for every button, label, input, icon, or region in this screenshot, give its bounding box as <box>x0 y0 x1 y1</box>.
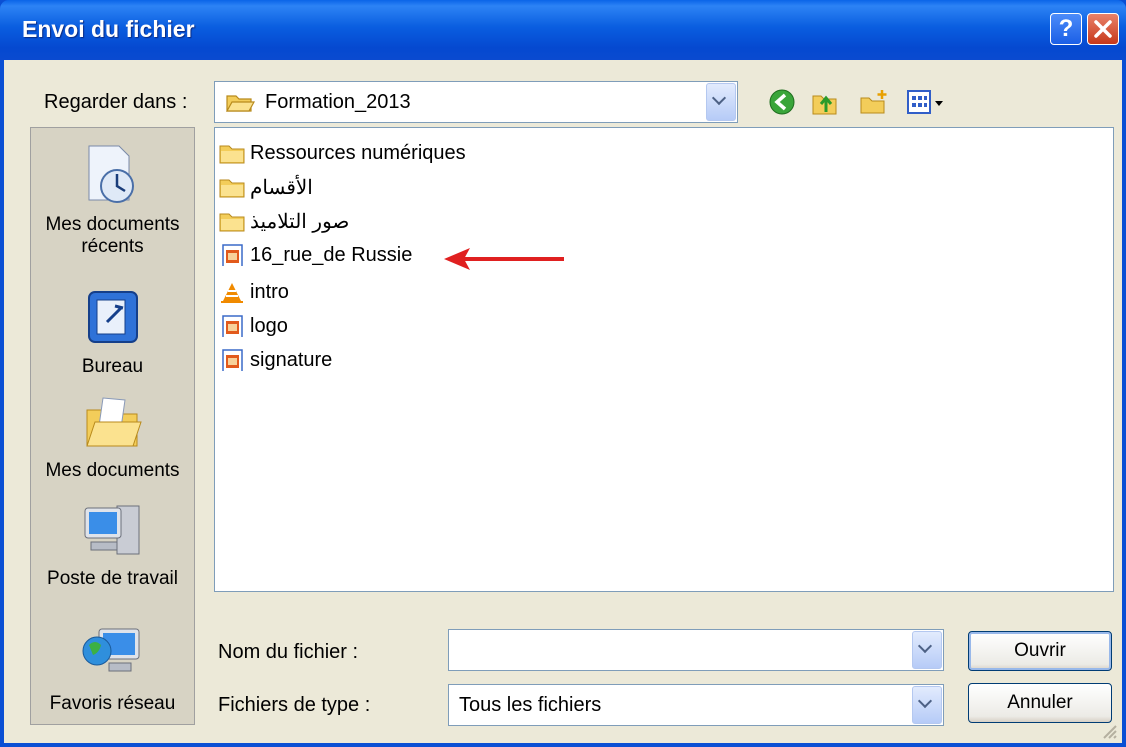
network-places-icon <box>82 628 139 672</box>
vlc-cone-icon <box>221 283 243 303</box>
back-icon[interactable] <box>768 88 796 116</box>
list-item[interactable]: intro <box>219 278 289 306</box>
place-recent-documents[interactable]: Mes documents récents <box>31 144 194 258</box>
close-icon <box>1094 20 1112 38</box>
filename-label: Nom du fichier : <box>218 641 359 663</box>
desktop-icon <box>87 291 138 343</box>
help-button[interactable]: ? <box>1050 13 1082 45</box>
places-bar: Mes documents récents Bureau Mes documen… <box>30 127 195 725</box>
place-network[interactable]: Favoris réseau <box>31 621 194 715</box>
list-item[interactable]: signature <box>219 346 332 374</box>
filetype-value: Tous les fichiers <box>459 694 602 716</box>
new-folder-icon[interactable] <box>858 88 890 118</box>
lookin-label: Regarder dans : <box>44 91 188 113</box>
my-documents-icon <box>85 397 142 447</box>
place-my-documents[interactable]: Mes documents <box>31 394 194 482</box>
chevron-down-icon[interactable] <box>706 83 736 121</box>
place-label-line: Mes documents <box>45 214 180 235</box>
file-name: intro <box>250 280 289 303</box>
file-name: صور التلاميذ <box>250 210 350 233</box>
place-desktop[interactable]: Bureau <box>31 286 194 378</box>
cancel-button[interactable]: Annuler <box>968 683 1112 723</box>
filetype-label: Fichiers de type : <box>218 694 371 716</box>
file-name: logo <box>250 314 288 337</box>
up-folder-icon[interactable] <box>810 88 840 118</box>
place-label-line: Bureau <box>81 356 144 377</box>
list-item[interactable]: logo <box>219 312 288 340</box>
video-file-icon <box>222 349 243 371</box>
file-name: 16_rue_de Russie <box>250 243 413 266</box>
dialog-title: Envoi du fichier <box>22 16 195 42</box>
place-label-line: Mes documents <box>45 460 180 481</box>
filetype-dropdown[interactable]: Tous les fichiers <box>448 684 944 726</box>
file-dialog-window: Envoi du fichier ? Regarder dans : Forma… <box>0 0 1126 747</box>
folder-icon <box>219 179 245 198</box>
place-label-line: Favoris réseau <box>49 693 176 714</box>
list-item[interactable]: 16_rue_de Russie <box>219 241 412 269</box>
file-name: الأقسام <box>250 176 313 199</box>
list-item[interactable]: Ressources numériques <box>219 139 466 167</box>
folder-icon <box>219 145 245 164</box>
open-button[interactable]: Ouvrir <box>968 631 1112 671</box>
close-button[interactable] <box>1087 13 1119 45</box>
file-list[interactable]: Ressources numériques الأقسام صور التلام… <box>214 127 1114 592</box>
chevron-down-icon[interactable] <box>912 631 942 669</box>
view-menu-icon[interactable] <box>906 88 956 118</box>
resize-grip-icon[interactable] <box>1100 722 1118 740</box>
folder-icon <box>219 213 245 232</box>
annotation-arrow-icon <box>444 248 564 270</box>
place-label-line: récents <box>81 236 144 257</box>
lookin-dropdown[interactable]: Formation_2013 <box>214 81 738 123</box>
list-item[interactable]: الأقسام <box>219 173 313 201</box>
chevron-down-icon[interactable] <box>912 686 942 724</box>
video-file-icon <box>222 315 243 337</box>
list-item[interactable]: صور التلاميذ <box>219 207 349 235</box>
recent-documents-icon <box>88 145 134 203</box>
folder-open-icon <box>225 95 255 112</box>
filename-input[interactable] <box>448 629 944 671</box>
place-my-computer[interactable]: Poste de travail <box>31 500 194 590</box>
my-computer-icon <box>84 505 139 555</box>
title-bar[interactable]: Envoi du fichier ? <box>0 0 1126 60</box>
file-name: Ressources numériques <box>250 141 466 164</box>
lookin-value: Formation_2013 <box>265 91 411 113</box>
place-label-line: Poste de travail <box>47 568 178 589</box>
file-name: signature <box>250 348 333 371</box>
video-file-icon <box>222 244 243 266</box>
